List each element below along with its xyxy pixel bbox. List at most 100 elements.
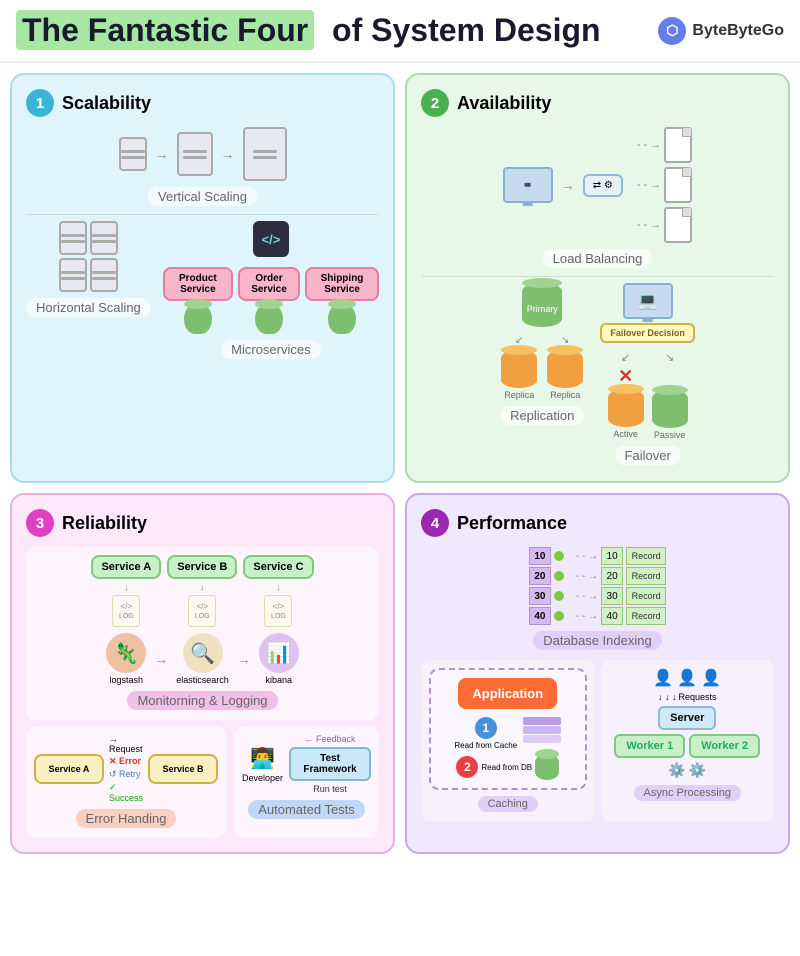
eh-sva-label: Service A: [44, 764, 94, 774]
read-cache-label: Read from Cache: [454, 741, 517, 750]
caching-dashed: Application 1 Read from Cache: [429, 668, 587, 790]
lb-s1-row: - - →: [637, 127, 692, 163]
passive-col: ↘ Passive: [652, 351, 688, 440]
run-test-label: Run test: [313, 784, 347, 794]
lb-section: 💻 → ⇄ ⚙ - - → - - → - - →: [421, 127, 774, 270]
vs-row: → →: [119, 127, 287, 181]
tool-arrow2: →: [237, 651, 251, 667]
monitor-icon: 💻: [503, 167, 553, 203]
replication-section: Primary ↙ Replica ↘ Replica Replication: [500, 283, 584, 427]
brand: ⬡ ByteByteGo: [658, 17, 784, 45]
arrow2: →: [221, 146, 235, 162]
kibana-icon: 📊: [259, 633, 299, 673]
step1-circle: 1: [475, 717, 497, 739]
async-people: 👤 👤 👤: [653, 668, 721, 688]
q2-title-label: Availability: [457, 93, 551, 114]
q4-title: 4 Performance: [421, 509, 774, 537]
feedback-flow: ← Feedback Test Framework Run test: [289, 734, 371, 794]
idx-20: 20: [529, 567, 551, 585]
rec-20: 20: [601, 567, 623, 585]
replica1-label: Replica: [504, 390, 534, 400]
elasticsearch-icon: 🔍: [183, 633, 223, 673]
tests-diagram: 👨‍💻 Developer ← Feedback Test Framework …: [242, 734, 371, 821]
async-section: 👤 👤 👤 ↓ ↓ ↓ Requests Server Worker 1 Wor…: [601, 660, 775, 822]
lb-server2: [664, 167, 692, 203]
monitoring-label: Monitorning & Logging: [127, 691, 277, 710]
vertical-scaling-label: Vertical Scaling: [148, 187, 257, 206]
idx-row-30: 30: [529, 587, 564, 605]
horizontal-scaling-section: Horizontal Scaling: [26, 221, 151, 319]
lb-label: Load Balancing: [543, 249, 653, 268]
rec-20-label: Record: [626, 567, 666, 585]
service-a-box: Service A: [91, 555, 161, 579]
retry-arrow: ↺ Retry: [109, 769, 143, 780]
q1-divider: [26, 214, 379, 215]
rec-30-label: Record: [626, 587, 666, 605]
lb-server3: [664, 207, 692, 243]
logstash-label: logstash: [109, 675, 143, 685]
hs-grid: [59, 221, 118, 292]
hs-ms-row: Horizontal Scaling </> Product Service O…: [26, 221, 379, 361]
worker2-box: Worker 2: [689, 734, 760, 758]
developer-col: 👨‍💻 Developer: [242, 746, 283, 783]
logstash-col: 🦎 logstash: [106, 633, 146, 685]
quadrant-performance: 4 Performance 10 20 30: [405, 493, 790, 854]
replicas-row: ↙ Replica ↘ Replica: [501, 335, 583, 400]
server-button: Server: [658, 706, 716, 730]
quadrant-scalability: 1 Scalability → → Vertical Scaling: [10, 73, 395, 483]
requests-row: ↓ ↓ ↓ Requests: [658, 692, 717, 702]
q3-num: 3: [26, 509, 54, 537]
q1-title-label: Scalability: [62, 93, 151, 114]
small-server-icon: [119, 137, 147, 171]
microservices-label: Microservices: [221, 340, 320, 359]
arr-a: ↓: [124, 582, 129, 592]
medium-server-icon: [177, 132, 213, 176]
kibana-col: 📊 kibana: [259, 633, 299, 685]
shipping-service-col: Shipping Service: [305, 267, 379, 334]
order-service-box: Order Service: [238, 267, 300, 301]
brand-icon: ⬡: [658, 17, 686, 45]
hs-s3: [59, 258, 87, 292]
feedback-arrow-top: ← Feedback: [305, 734, 356, 744]
monitoring-label-wrap: Monitorning & Logging: [34, 689, 371, 712]
q1-num: 1: [26, 89, 54, 117]
replica2-col: ↘ Replica: [547, 335, 583, 400]
idx-arrow-row1: - - → 10 Record: [576, 547, 666, 565]
q1-title: 1 Scalability: [26, 89, 379, 117]
replica1-db: [501, 350, 537, 388]
cache-stack-icon: [523, 717, 561, 743]
q2-num: 2: [421, 89, 449, 117]
q2-title: 2 Availability: [421, 89, 774, 117]
large-server-icon: [243, 127, 287, 181]
index-arrows: - - → 10 Record - - → 20 Record - - → 30…: [576, 547, 666, 625]
service-b-box: Service B: [167, 555, 237, 579]
error-badge: ✕ Error: [109, 756, 143, 767]
replica1-col: ↙ Replica: [501, 335, 537, 400]
idx-dot-40: [554, 611, 564, 621]
requests-label: Requests: [678, 692, 716, 702]
eh-service-b: Service B: [148, 754, 218, 784]
q3-title: 3 Reliability: [26, 509, 379, 537]
gear-row: ⚙️ ⚙️: [668, 762, 706, 779]
brand-name: ByteByteGo: [692, 22, 784, 40]
servers-col: - - → - - → - - →: [637, 127, 692, 243]
active-col: ↙ ✕ Active: [608, 351, 644, 439]
q4-num: 4: [421, 509, 449, 537]
idx-row-10: 10: [529, 547, 564, 565]
caching-label: Caching: [478, 796, 538, 812]
step2-circle: 2: [456, 756, 478, 778]
idx-arrow-row3: - - → 30 Record: [576, 587, 666, 605]
failover-monitor: 💻: [623, 283, 673, 319]
logstash-icon: 🦎: [106, 633, 146, 673]
vertical-scaling-section: → → Vertical Scaling: [26, 127, 379, 208]
quadrant-reliability: 3 Reliability Service A ↓ LOG Service B …: [10, 493, 395, 854]
rec-40: 40: [601, 607, 623, 625]
idx-dot-20: [554, 571, 564, 581]
failover-section: 💻 Failover Decision ↙ ✕ Active ↘ Passive: [600, 283, 695, 467]
eh-svc-a-col: Service A: [34, 754, 104, 784]
replica2-db: [547, 350, 583, 388]
replica2-label: Replica: [550, 390, 580, 400]
lb-row: 💻 → ⇄ ⚙ - - → - - → - - →: [503, 127, 693, 243]
idx-10: 10: [529, 547, 551, 565]
eh-svb-label: Service B: [158, 764, 208, 774]
